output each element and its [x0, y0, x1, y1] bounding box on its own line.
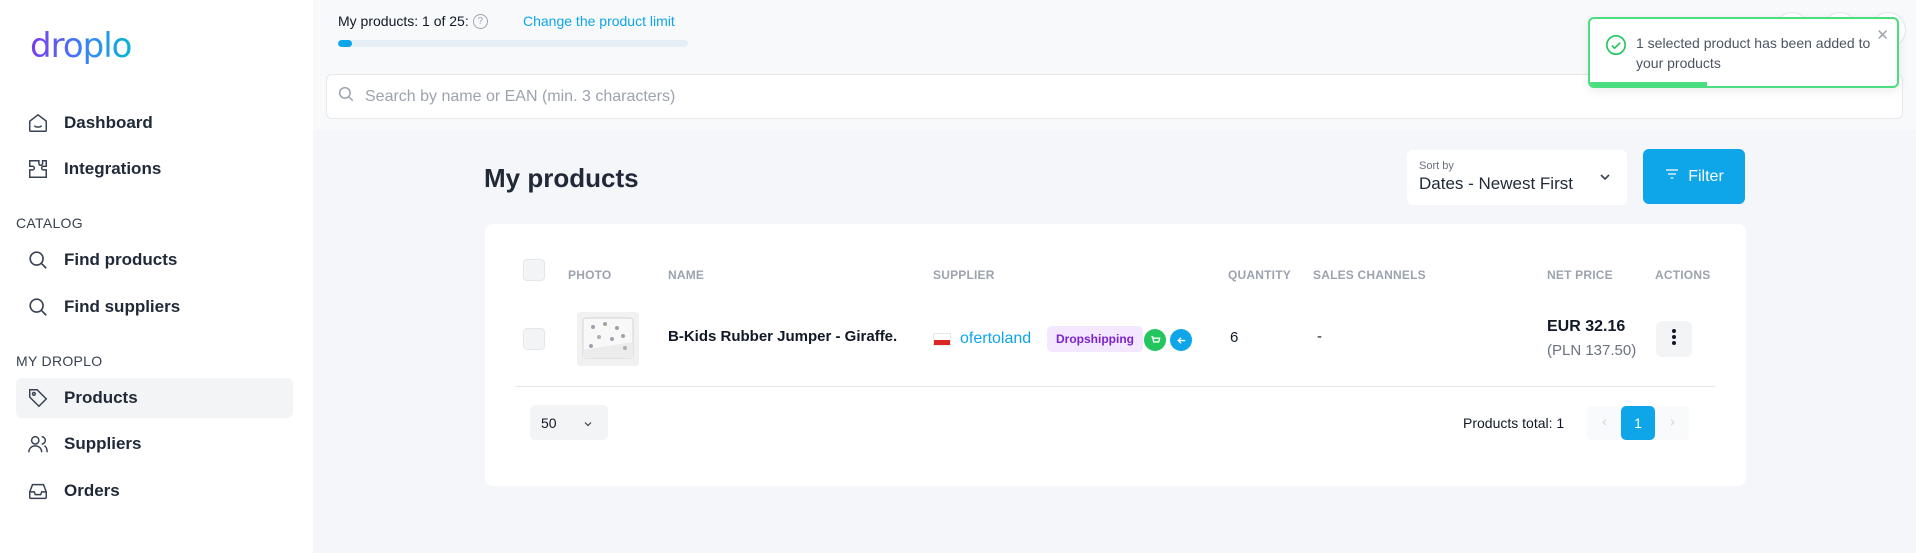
sort-select[interactable]: Sort by Dates - Newest First: [1407, 150, 1627, 205]
filter-button[interactable]: Filter: [1643, 149, 1745, 204]
chevron-right-icon: [1667, 415, 1678, 431]
chevron-left-icon: [1599, 415, 1610, 431]
per-page-select[interactable]: 50: [530, 405, 608, 440]
products-total: Products total: 1: [1463, 415, 1565, 431]
sidebar-item-find-products[interactable]: Find products: [16, 240, 293, 280]
column-header-actions: ACTIONS: [1655, 268, 1711, 282]
column-header-quantity[interactable]: QUANTITY: [1228, 268, 1291, 282]
sidebar-item-integrations[interactable]: Integrations: [16, 149, 293, 189]
sidebar-item-orders[interactable]: Orders: [16, 471, 293, 511]
search-icon: [26, 248, 50, 272]
search-icon: [337, 85, 355, 108]
sidebar-item-label: Find suppliers: [64, 297, 181, 316]
search-input[interactable]: [365, 87, 1765, 106]
row-checkbox[interactable]: [523, 328, 545, 350]
filter-button-label: Filter: [1688, 167, 1724, 185]
prev-page-button[interactable]: [1587, 406, 1621, 440]
products-table-card: PHOTO NAME SUPPLIER QUANTITY SALES CHANN…: [485, 224, 1746, 486]
toast-message: 1 selected product has been added to you…: [1636, 35, 1871, 71]
product-net-price: EUR 32.16: [1547, 318, 1626, 335]
close-icon[interactable]: ✕: [1876, 26, 1889, 44]
product-sales-channels: -: [1317, 328, 1322, 345]
sort-caption: Sort by: [1419, 160, 1454, 172]
sidebar-item-label: Suppliers: [64, 434, 142, 453]
check-circle-icon: [1605, 34, 1627, 61]
per-page-value: 50: [541, 414, 557, 431]
row-actions-button[interactable]: [1656, 321, 1692, 357]
toast-progress: [1590, 82, 1707, 86]
sidebar-item-label: Orders: [64, 481, 120, 500]
product-quantity: 6: [1230, 329, 1239, 346]
my-droplo-section-label: MY DROPLO: [16, 353, 103, 369]
search-icon: [26, 295, 50, 319]
home-icon: [26, 111, 50, 135]
sidebar-item-dashboard[interactable]: Dashboard: [16, 103, 293, 143]
sidebar-item-label: Integrations: [64, 159, 162, 178]
more-vertical-icon: [1671, 328, 1677, 351]
filter-icon: [1664, 166, 1680, 187]
sidebar-item-suppliers[interactable]: Suppliers: [16, 424, 293, 464]
success-toast: 1 selected product has been added to you…: [1588, 17, 1899, 88]
sidebar-item-products[interactable]: Products: [16, 378, 293, 418]
sidebar-item-label: Find products: [64, 250, 178, 269]
help-icon[interactable]: ?: [472, 13, 488, 29]
column-header-net-price[interactable]: NET PRICE: [1547, 268, 1613, 282]
users-icon: [26, 432, 50, 456]
inbox-icon: [26, 479, 50, 503]
column-header-supplier[interactable]: SUPPLIER: [933, 268, 995, 282]
column-header-photo: PHOTO: [568, 268, 612, 282]
tag-icon: [26, 386, 50, 410]
page-title: My products: [484, 163, 639, 193]
puzzle-icon: [26, 157, 50, 181]
product-limit-text: My products: 1 of 25:: [338, 13, 469, 29]
sort-value: Dates - Newest First: [1419, 174, 1573, 193]
catalog-section-label: CATALOG: [16, 215, 83, 231]
sidebar: droplo Dashboard Integrations CATALOG Fi…: [0, 0, 313, 553]
product-limit-info: My products: 1 of 25: ?: [338, 13, 488, 29]
droplo-logo[interactable]: droplo: [30, 26, 132, 66]
column-header-sales-channels: SALES CHANNELS: [1313, 268, 1426, 282]
arrow-left-icon: [1170, 329, 1192, 351]
logo-text: droplo: [30, 26, 132, 66]
change-product-limit-link[interactable]: Change the product limit: [523, 13, 675, 29]
product-price-pln: (PLN 137.50): [1547, 342, 1637, 359]
page-button-current[interactable]: 1: [1621, 406, 1655, 440]
next-page-button[interactable]: [1655, 406, 1689, 440]
row-divider: [515, 386, 1715, 387]
product-limit-progress: [338, 40, 688, 47]
chevron-down-icon: [1597, 169, 1613, 190]
sidebar-item-label: Products: [64, 388, 138, 407]
product-name[interactable]: B-Kids Rubber Jumper - Giraffe.: [668, 328, 897, 345]
poland-flag-icon: [933, 333, 951, 346]
supplier-link[interactable]: ofertoland: [960, 330, 1031, 348]
cart-icon: [1144, 329, 1166, 351]
dropshipping-badge: Dropshipping: [1047, 326, 1143, 352]
product-limit-progress-fill: [338, 40, 352, 47]
sidebar-item-label: Dashboard: [64, 113, 153, 132]
select-all-checkbox[interactable]: [523, 259, 545, 281]
sidebar-item-find-suppliers[interactable]: Find suppliers: [16, 287, 293, 327]
product-photo[interactable]: [577, 312, 639, 366]
chevron-down-icon: [582, 417, 594, 433]
column-header-name[interactable]: NAME: [668, 268, 704, 282]
